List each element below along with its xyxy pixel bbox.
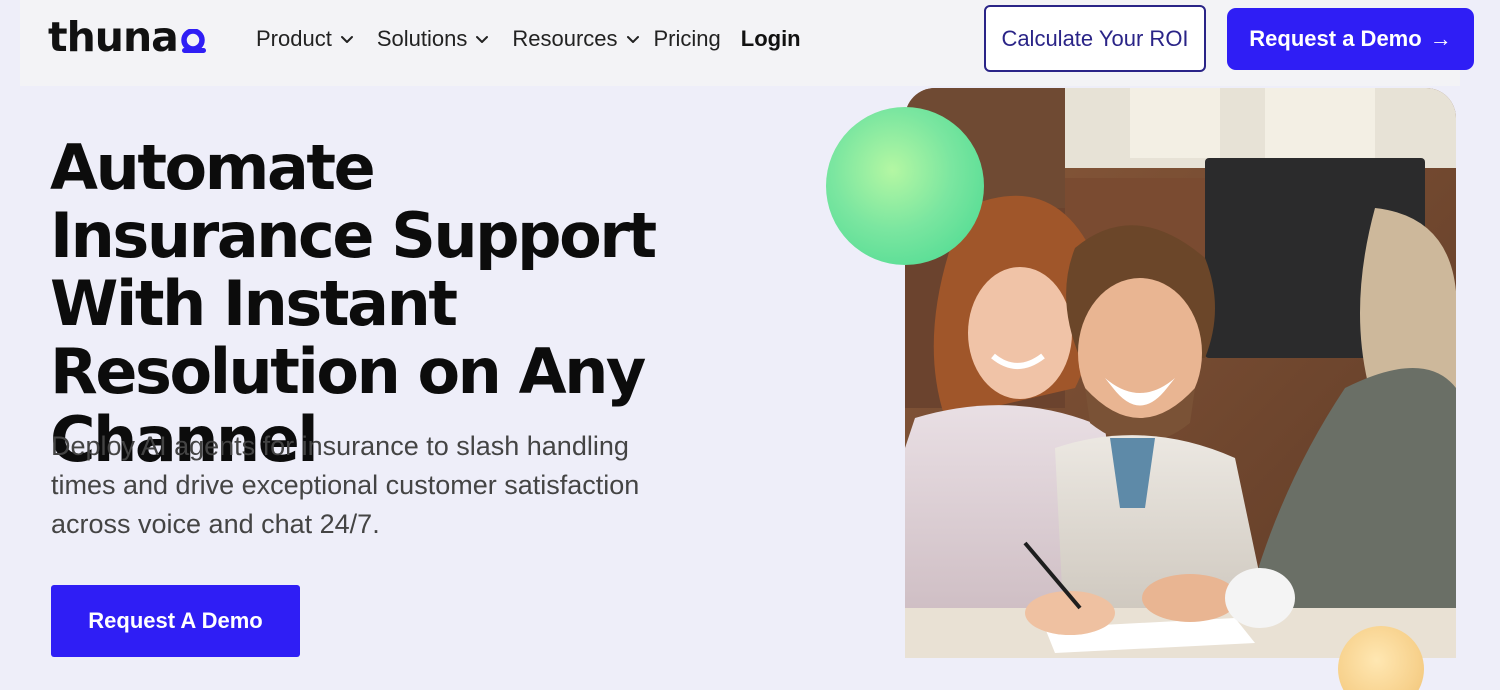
hero-photo [905, 88, 1456, 658]
nav-item-label: Pricing [653, 26, 721, 51]
logo-mark-icon [181, 29, 206, 53]
chevron-down-icon [476, 36, 489, 43]
chevron-down-icon [626, 36, 639, 43]
request-demo-header-label: Request a Demo [1249, 26, 1422, 51]
calculate-roi-button[interactable]: Calculate Your ROI [984, 5, 1206, 72]
logo-wordmark: thuna [48, 12, 179, 61]
request-demo-hero-button[interactable]: Request A Demo [51, 585, 300, 657]
request-demo-header-button[interactable]: Request a Demo → [1227, 8, 1474, 70]
request-demo-hero-label: Request A Demo [88, 608, 263, 633]
nav-item-label: Resources [512, 26, 618, 51]
calculate-roi-label: Calculate Your ROI [1001, 25, 1189, 51]
hero-photo-illustration [905, 88, 1456, 658]
nav-item-label: Solutions [376, 26, 468, 51]
primary-nav: Product Solutions Resources Pricing Logi… [256, 22, 823, 56]
chevron-down-icon [340, 36, 353, 43]
hero-subtitle: Deploy AI agents for insurance to slash … [51, 431, 640, 539]
nav-item-product[interactable]: Product [256, 26, 355, 52]
decorative-green-orb [826, 107, 984, 265]
nav-item-label: Product [256, 26, 332, 51]
hero-title: Automate Insurance Support With Instant … [50, 131, 657, 476]
nav-item-pricing[interactable]: Pricing [654, 26, 721, 52]
nav-item-solutions[interactable]: Solutions [377, 26, 491, 52]
nav-item-resources[interactable]: Resources [512, 26, 640, 52]
arrow-right-icon: → [1429, 26, 1452, 51]
brand-logo[interactable]: thuna [48, 14, 208, 60]
login-link[interactable]: Login [741, 26, 801, 52]
login-label: Login [740, 26, 801, 51]
page: thuna Product Solutions Resources Pricin… [0, 0, 1500, 690]
top-navbar: thuna Product Solutions Resources Pricin… [20, 0, 1474, 86]
